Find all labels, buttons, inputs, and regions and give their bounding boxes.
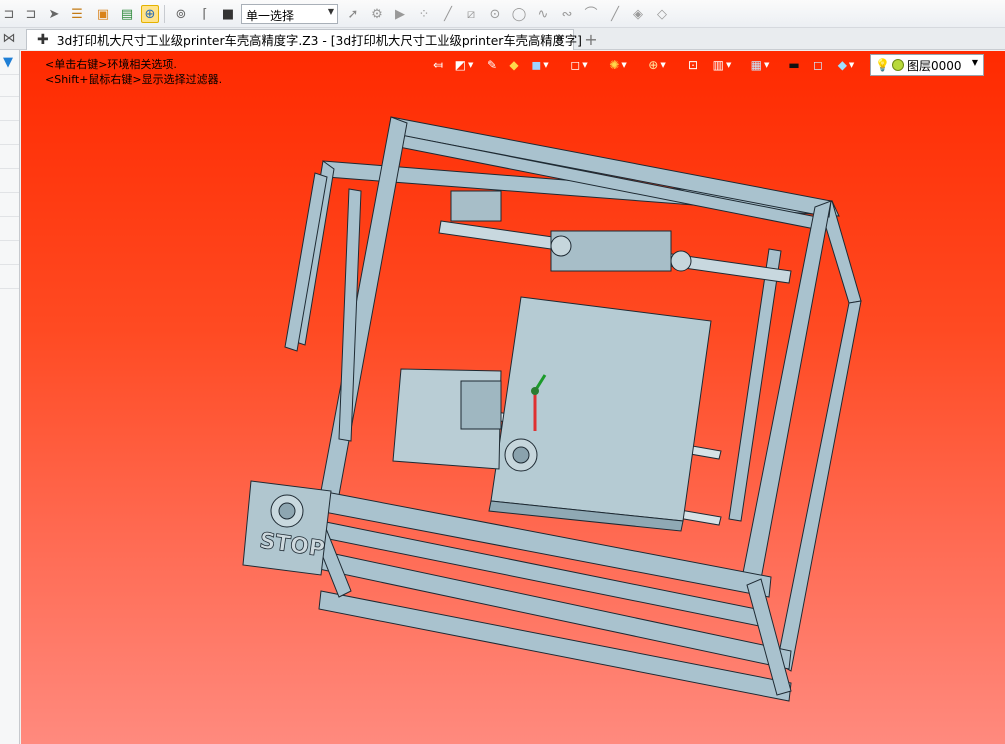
points-icon[interactable]: ⁘ bbox=[415, 5, 433, 23]
tangent-line-icon[interactable]: ╱ bbox=[606, 5, 624, 23]
stop-icon[interactable]: ■ bbox=[219, 5, 237, 23]
stop-panel: STOP bbox=[242, 480, 332, 576]
panel-toggle-icon[interactable]: ⋈ bbox=[1, 30, 17, 46]
line-icon[interactable]: ╱ bbox=[439, 5, 457, 23]
arc-icon[interactable]: ⌒ bbox=[582, 5, 600, 23]
select-mode-dropdown[interactable]: 单一选择 ▼ bbox=[241, 4, 338, 24]
select-arrow-icon[interactable]: ➚ bbox=[344, 5, 362, 23]
circle-icon[interactable]: ◯ bbox=[510, 5, 528, 23]
rotate-icon[interactable]: ⊚ bbox=[172, 5, 190, 23]
printer-model[interactable]: STOP bbox=[21, 51, 1005, 744]
circle-center-icon[interactable]: ⊙ bbox=[486, 5, 504, 23]
document-tab-bar: ⋈ ✚ 3d打印机大尺寸工业级printer车壳高精度字.Z3 - [3d打印机… bbox=[0, 28, 1005, 50]
select-mode-value: 单一选择 bbox=[246, 9, 295, 23]
surface-icon[interactable]: ◈ bbox=[629, 5, 647, 23]
bracket-icon[interactable]: ⌈ bbox=[196, 5, 214, 23]
3d-viewport[interactable]: <单击右键>环境相关选项. <Shift+鼠标右键>显示选择过滤器. ⤆ ◩ ▼ … bbox=[21, 51, 1005, 744]
pick-icon[interactable]: ⊐ bbox=[0, 5, 18, 23]
left-panel: ▼ bbox=[0, 50, 20, 744]
cursor-icon[interactable]: ➤ bbox=[45, 5, 63, 23]
surface2-icon[interactable]: ◇ bbox=[653, 5, 671, 23]
gear-icon[interactable]: ⚙ bbox=[368, 5, 386, 23]
folder-icon[interactable]: ▣ bbox=[94, 5, 112, 23]
select-highlight-icon[interactable]: ⊕ bbox=[141, 5, 159, 23]
new-tab-button[interactable]: + bbox=[583, 29, 599, 49]
extruder-motor bbox=[460, 380, 502, 430]
document-tab-title: 3d打印机大尺寸工业级printer车壳高精度字.Z3 - [3d打印机大尺寸工… bbox=[56, 34, 582, 48]
spline-icon[interactable]: ∿ bbox=[534, 5, 552, 23]
filter-icon[interactable]: ▼ bbox=[0, 54, 16, 70]
print-bed bbox=[490, 296, 712, 522]
chevron-down-icon: ▼ bbox=[327, 7, 334, 16]
close-icon[interactable]: ✕ bbox=[554, 32, 565, 47]
filter-pick-icon[interactable]: ⊐ bbox=[22, 5, 40, 23]
main-toolbar: ⊐ ⊐ ➤ ☰ ▣ ▤ ⊕ ⊚ ⌈ ■ 单一选择 ▼ ➚ ⚙ ▶ ⁘ ╱ ⧄ ⊙… bbox=[0, 0, 1005, 28]
play-icon[interactable]: ▶ bbox=[391, 5, 409, 23]
line-segment-icon[interactable]: ⧄ bbox=[462, 5, 480, 23]
curve-icon[interactable]: ∾ bbox=[558, 5, 576, 23]
document-tab[interactable]: ✚ 3d打印机大尺寸工业级printer车壳高精度字.Z3 - [3d打印机大尺… bbox=[26, 29, 582, 50]
layer-icon[interactable]: ▤ bbox=[118, 5, 136, 23]
pin-icon[interactable]: ✚ bbox=[37, 32, 49, 48]
list-icon[interactable]: ☰ bbox=[68, 5, 86, 23]
